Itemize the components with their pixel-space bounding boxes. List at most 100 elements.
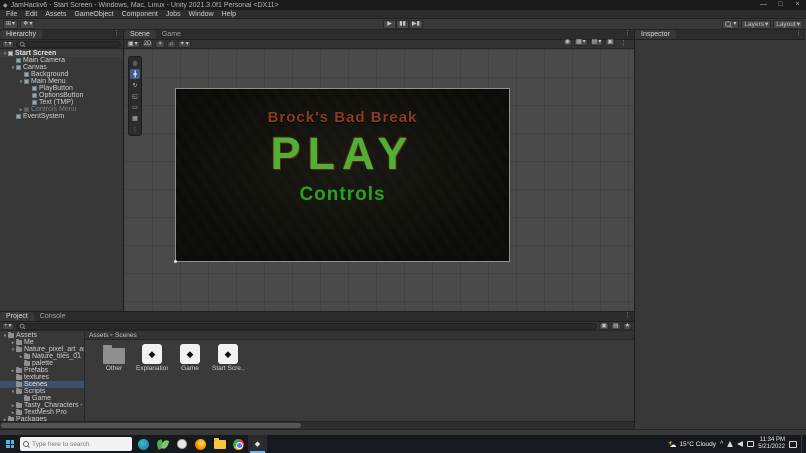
account-button[interactable]: ▾	[722, 20, 739, 29]
play-button[interactable]: ▶	[383, 20, 396, 29]
scene-canvas[interactable]: ◎ ╋ ↻ ◱ ▭ ▦ ⋮ Brock's Bad Break PLAY Con…	[124, 49, 634, 311]
show-desktop-button[interactable]	[801, 435, 804, 453]
transform-tool-button[interactable]: ▦	[130, 113, 140, 123]
horizontal-scrollbar[interactable]	[0, 421, 634, 429]
project-search-input[interactable]	[16, 323, 598, 330]
tree-item-me[interactable]: ▸ Me	[0, 339, 84, 346]
add-gameobject-button[interactable]: + ▾	[2, 41, 14, 48]
kebab-menu-icon[interactable]: ⋮	[110, 29, 123, 39]
taskbar-clock[interactable]: 11:34 PM 5/21/2022	[758, 437, 785, 451]
taskbar-firefox-icon[interactable]	[191, 435, 210, 453]
tab-scene[interactable]: Scene	[124, 30, 156, 39]
tree-item-prefabs[interactable]: ▸ Prefabs	[0, 367, 84, 374]
menu-assets[interactable]: Assets	[41, 10, 70, 19]
effects-dropdown[interactable]: ✦ ▾	[178, 41, 191, 48]
layers-dropdown[interactable]: Layers ▾	[741, 20, 771, 29]
scale-tool-button[interactable]: ◱	[130, 91, 140, 101]
kebab-menu-icon[interactable]: ⋮	[792, 29, 805, 39]
rotate-tool-button[interactable]: ↻	[130, 80, 140, 90]
menu-gameobject[interactable]: GameObject	[70, 10, 117, 19]
breadcrumb-current[interactable]: Scenes	[115, 332, 137, 339]
breadcrumb-root[interactable]: Assets	[89, 332, 109, 339]
kebab-menu-icon[interactable]: ⋮	[621, 311, 634, 321]
asset-tile-other[interactable]: Other	[99, 344, 129, 421]
kebab-menu-icon[interactable]: ⋮	[617, 39, 630, 49]
tree-item-game[interactable]: Game	[0, 395, 84, 402]
keyboard-icon[interactable]	[747, 441, 754, 447]
rect-handle[interactable]	[174, 260, 177, 263]
hierarchy-search-input[interactable]	[16, 41, 121, 48]
tab-console[interactable]: Console	[34, 312, 72, 321]
taskbar-explorer-icon[interactable]	[210, 435, 229, 453]
menu-component[interactable]: Component	[118, 10, 162, 19]
menu-edit[interactable]: Edit	[21, 10, 41, 19]
tab-game[interactable]: Game	[156, 30, 187, 39]
grid-snap-button[interactable]: ⊞ ▾	[3, 20, 18, 29]
taskbar-search-input[interactable]	[32, 441, 128, 448]
taskbar-app-icon[interactable]	[172, 435, 191, 453]
taskbar-unity-icon[interactable]: ◆	[248, 435, 267, 453]
2d-toggle-button[interactable]: 2D	[142, 41, 154, 48]
start-button[interactable]	[0, 435, 20, 453]
menu-window[interactable]: Window	[185, 10, 218, 19]
tree-item-textures[interactable]: textures	[0, 374, 84, 381]
tray-expand-icon[interactable]: ^	[720, 441, 723, 448]
draw-mode-dropdown[interactable]: ▣ ▾	[126, 41, 140, 48]
lighting-toggle-button[interactable]: ☀	[155, 41, 164, 48]
volume-icon[interactable]	[737, 441, 743, 447]
tab-hierarchy[interactable]: Hierarchy	[0, 30, 42, 39]
maximize-button[interactable]: □	[772, 0, 789, 10]
tree-item-nature-pixel-art-assets[interactable]: ▾ Nature_pixel_art_assets	[0, 346, 84, 353]
view-tool-button[interactable]: ◎	[130, 58, 140, 68]
asset-tile-game[interactable]: ◆ Game	[175, 344, 205, 421]
action-center-icon[interactable]	[789, 441, 797, 448]
taskbar-chrome-icon[interactable]	[229, 435, 248, 453]
search-by-type-button[interactable]: ▣	[599, 323, 609, 330]
hierarchy-item-background[interactable]: Background	[0, 71, 123, 78]
hierarchy-item-start-screen[interactable]: ▾ Start Screen	[0, 50, 123, 57]
tree-item-tasty-characters-forest[interactable]: ▸ Tasty_Characters - Forest	[0, 402, 84, 409]
layout-dropdown[interactable]: Layout ▾	[773, 20, 803, 29]
network-icon[interactable]	[727, 441, 733, 447]
asset-tile-start-screen[interactable]: ◆ Start Scre...	[213, 344, 243, 421]
visibility-toggle-button[interactable]: ◉	[563, 39, 572, 46]
step-button[interactable]: ▶▮	[409, 20, 423, 29]
tab-project[interactable]: Project	[0, 312, 34, 321]
hierarchy-item-canvas[interactable]: ▾ Canvas	[0, 64, 123, 71]
game-canvas-preview[interactable]: Brock's Bad Break PLAY Controls	[175, 88, 510, 262]
tree-item-scenes[interactable]: Scenes	[0, 381, 84, 388]
audio-toggle-button[interactable]: ♫	[167, 41, 176, 48]
favorites-button[interactable]: ★	[623, 323, 632, 330]
menu-file[interactable]: File	[2, 10, 21, 19]
menu-help[interactable]: Help	[218, 10, 240, 19]
close-button[interactable]: ×	[789, 0, 806, 10]
gizmos-dropdown[interactable]: ▤ ▾	[590, 39, 604, 46]
hierarchy-item-optionsbutton[interactable]: OptionsButton	[0, 92, 123, 99]
kebab-menu-icon[interactable]: ⋮	[621, 29, 634, 39]
menu-jobs[interactable]: Jobs	[162, 10, 185, 19]
hierarchy-item-main-menu[interactable]: ▾ Main Menu	[0, 78, 123, 85]
rect-tool-button[interactable]: ▭	[130, 102, 140, 112]
hierarchy-item-text-tmp[interactable]: Text (TMP)	[0, 99, 123, 106]
taskbar-plant-icon[interactable]	[153, 435, 172, 453]
add-asset-button[interactable]: + ▾	[2, 323, 14, 330]
asset-tile-explanation[interactable]: ◆ Explanation...	[137, 344, 167, 421]
gizmo-handle-button[interactable]: ❖ ▾	[20, 20, 35, 29]
tree-item-nature-tiles-01[interactable]: ▸ Nature_tiles_01	[0, 353, 84, 360]
tab-inspector[interactable]: Inspector	[635, 30, 676, 39]
tree-item-scripts[interactable]: ▾ Scripts	[0, 388, 84, 395]
hierarchy-item-main-camera[interactable]: Main Camera	[0, 57, 123, 64]
hierarchy-item-controls-menu[interactable]: ▸ Controls Menu	[0, 106, 123, 113]
search-by-label-button[interactable]: ▤	[611, 323, 621, 330]
taskbar-search[interactable]	[20, 437, 132, 451]
grid-dropdown[interactable]: ▦ ▾	[574, 39, 588, 46]
minimize-button[interactable]: —	[755, 0, 772, 10]
hierarchy-item-eventsystem[interactable]: EventSystem	[0, 113, 123, 120]
tree-item-assets[interactable]: ▾ Assets	[0, 332, 84, 339]
scrollbar-thumb[interactable]	[1, 423, 301, 428]
move-tool-button[interactable]: ╋	[130, 69, 140, 79]
more-tools-button[interactable]: ⋮	[130, 124, 140, 134]
pause-button[interactable]: ▮▮	[396, 20, 409, 29]
scene-camera-button[interactable]: ▣	[605, 39, 615, 46]
tree-item-textmesh-pro[interactable]: ▸ TextMesh Pro	[0, 409, 84, 416]
